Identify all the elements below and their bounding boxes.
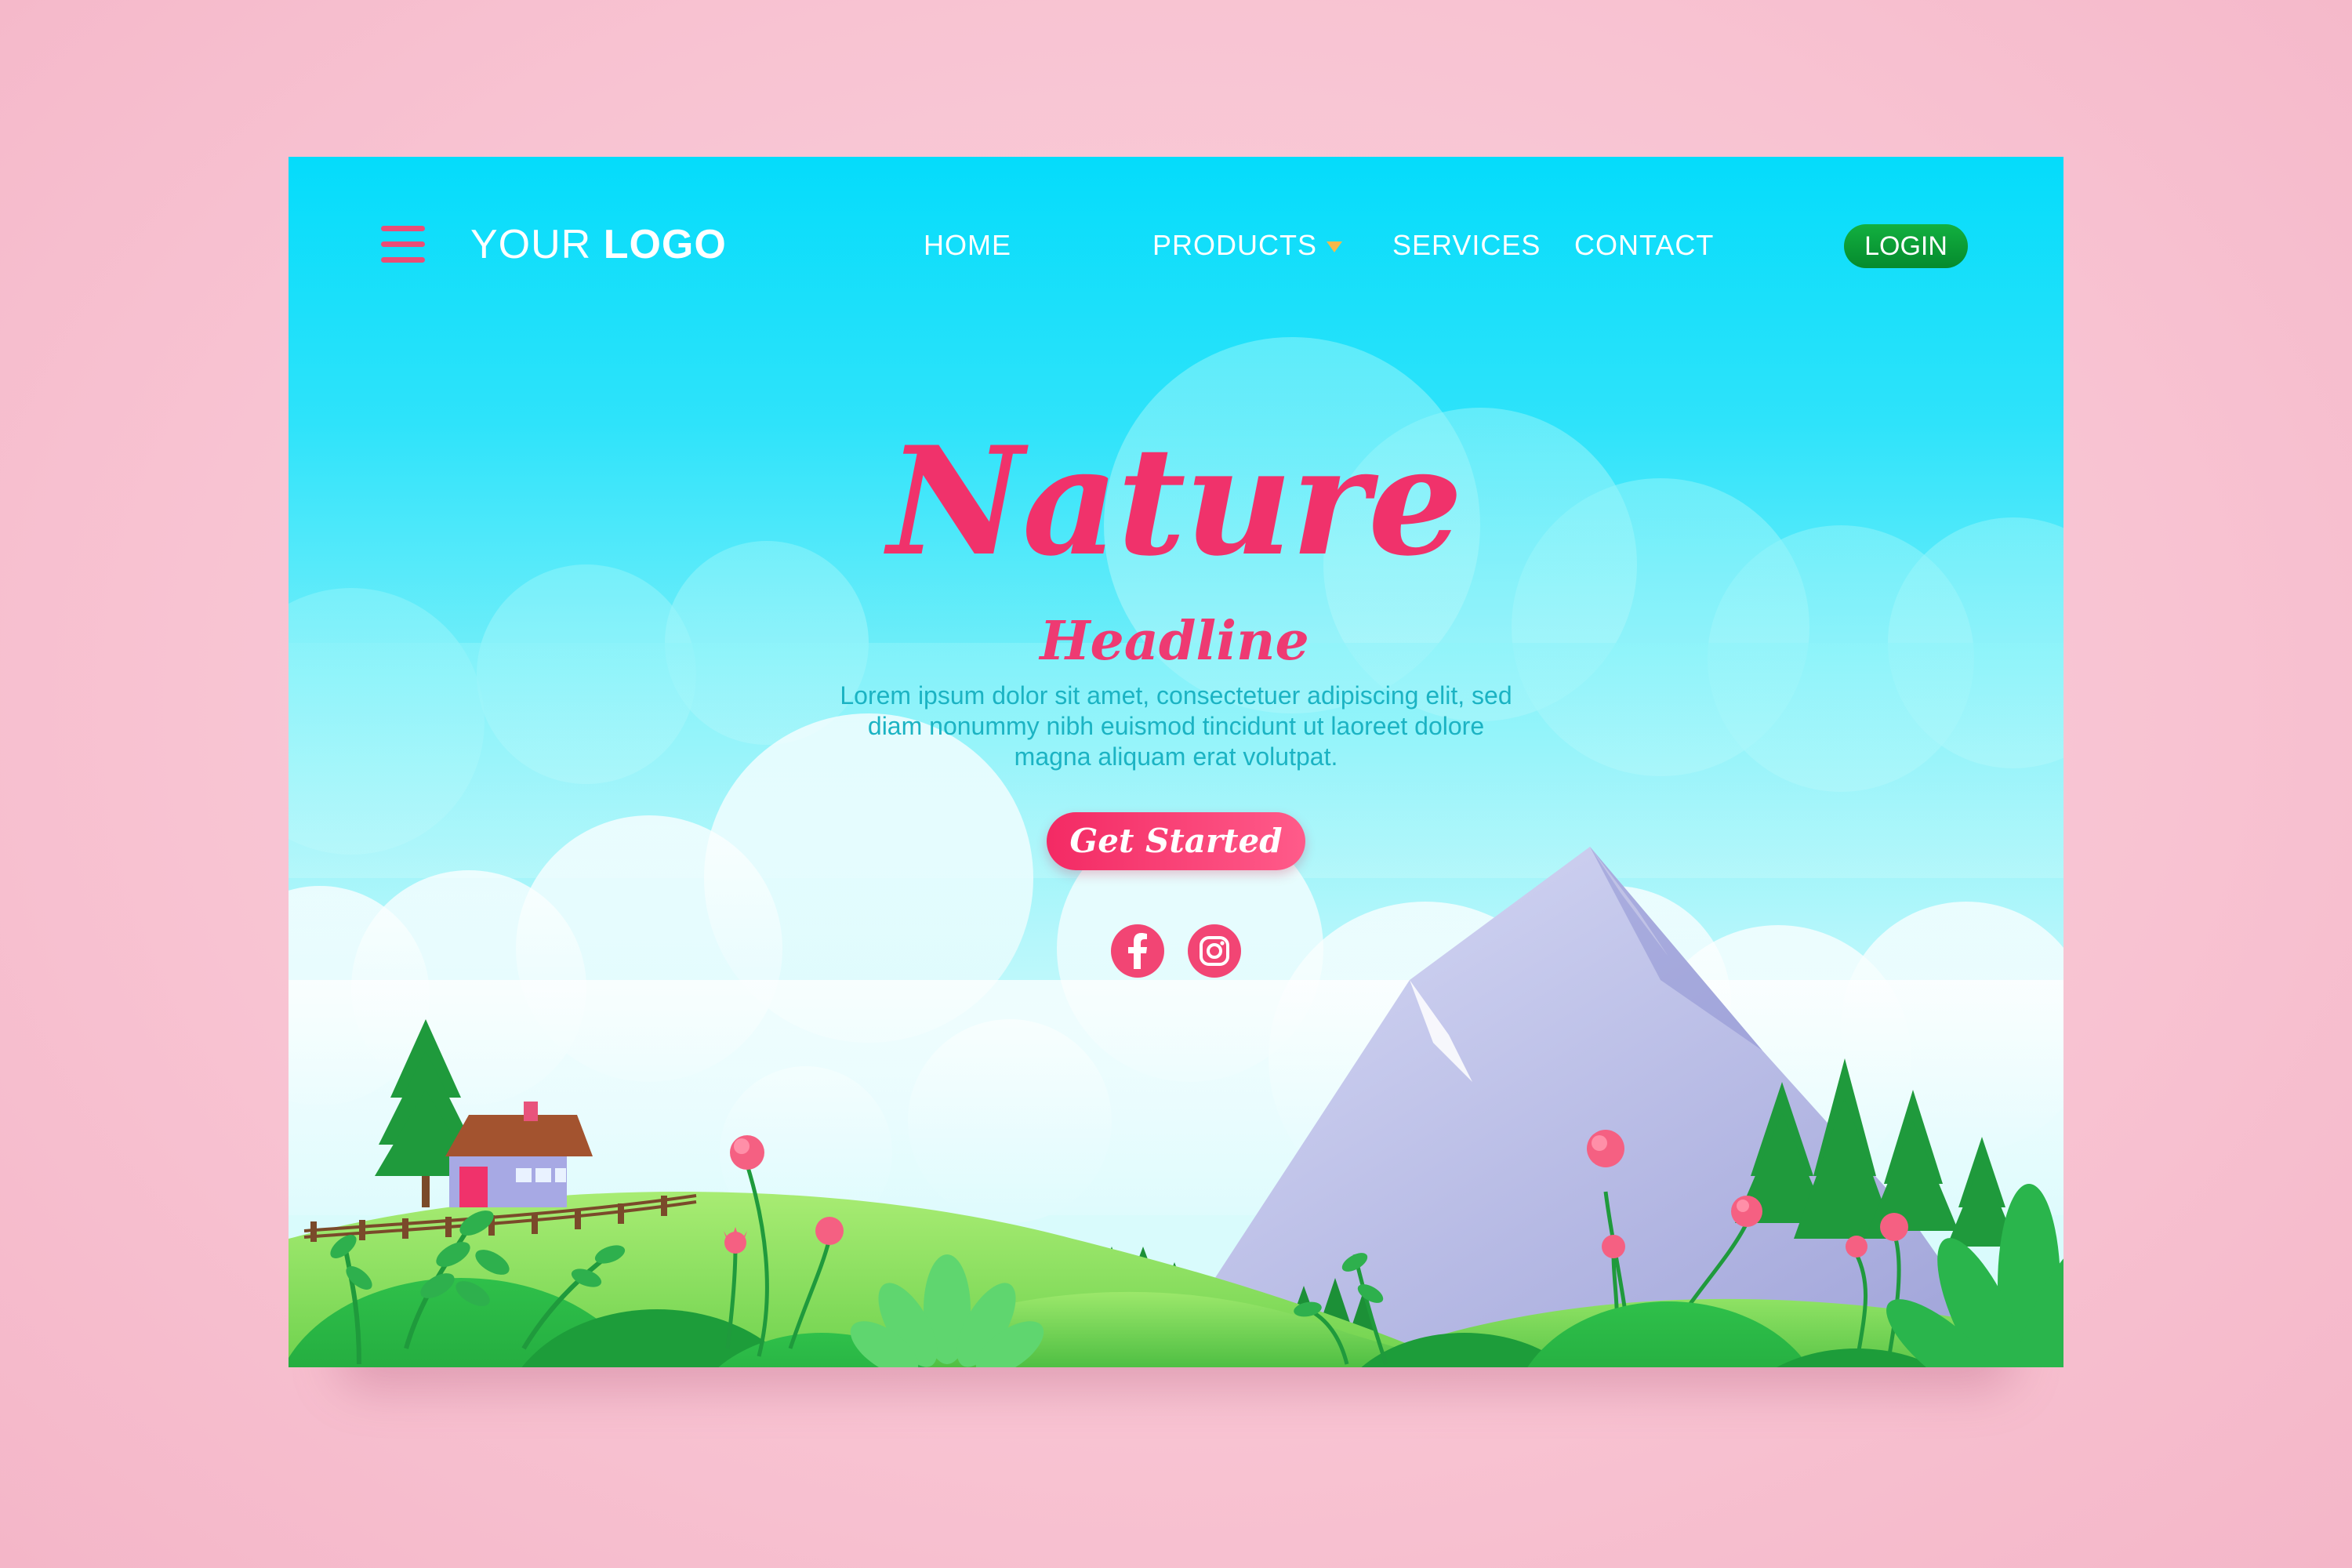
logo-text-light: YOUR [470,222,604,267]
landing-page-card: YOUR LOGO HOME PRODUCTS SERVICES CONTACT… [289,157,2063,1367]
nav-home-link[interactable]: HOME [924,229,1011,262]
facebook-icon [1111,924,1164,978]
instagram-icon [1188,924,1241,978]
nav-services-link[interactable]: SERVICES [1392,229,1541,262]
brand-logo[interactable]: YOUR LOGO [470,221,727,268]
chevron-down-icon [1327,241,1343,253]
hamburger-menu-icon[interactable] [381,226,425,263]
nav-contact-link[interactable]: CONTACT [1574,229,1714,262]
nav-products-link[interactable]: PRODUCTS [1152,229,1343,262]
hero-body-text: Lorem ipsum dolor sit amet, consectetuer… [840,681,1512,771]
get-started-button[interactable]: Get Started [1047,812,1305,870]
hero-title: Nature [887,414,1463,589]
facebook-link[interactable] [1110,924,1165,978]
logo-text-bold: LOGO [603,222,727,267]
top-navbar: YOUR LOGO HOME PRODUCTS SERVICES CONTACT… [289,157,2063,337]
instagram-link[interactable] [1187,924,1242,978]
nav-products-label: PRODUCTS [1152,229,1318,261]
hero-subtitle: Headline [1040,610,1309,673]
login-button[interactable]: LOGIN [1844,224,1968,268]
